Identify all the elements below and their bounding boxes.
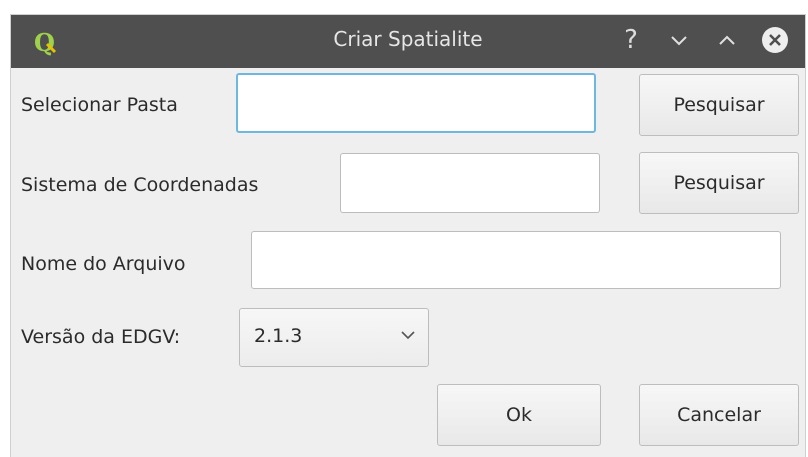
help-icon[interactable]: ?	[616, 25, 646, 55]
dialog-window: Q Criar Spatialite ? Selecionar Pasta Pe…	[11, 15, 805, 457]
crs-search-button[interactable]: Pesquisar	[639, 152, 799, 214]
folder-label: Selecionar Pasta	[21, 94, 178, 116]
filename-input[interactable]	[251, 231, 781, 289]
close-icon[interactable]	[760, 25, 790, 55]
ok-button-label: Ok	[506, 404, 532, 426]
crs-search-button-label: Pesquisar	[673, 172, 765, 194]
folder-search-button-label: Pesquisar	[673, 94, 765, 116]
chevron-down-icon	[401, 331, 415, 340]
edgv-version-value: 2.1.3	[254, 325, 303, 347]
edgv-version-select[interactable]: 2.1.3	[239, 308, 429, 367]
edgv-label: Versão da EDGV:	[21, 326, 181, 348]
folder-input[interactable]	[236, 73, 596, 133]
crs-input[interactable]	[340, 153, 600, 213]
ok-button[interactable]: Ok	[437, 384, 601, 446]
folder-search-button[interactable]: Pesquisar	[639, 74, 799, 136]
cancel-button[interactable]: Cancelar	[639, 384, 799, 446]
filename-label: Nome do Arquivo	[21, 253, 186, 275]
maximize-icon[interactable]	[712, 25, 742, 55]
title-bar[interactable]: Q Criar Spatialite ?	[11, 15, 805, 68]
dialog-body: Selecionar Pasta Pesquisar Sistema de Co…	[11, 68, 805, 457]
minimize-icon[interactable]	[664, 25, 694, 55]
cancel-button-label: Cancelar	[677, 404, 761, 426]
crs-label: Sistema de Coordenadas	[21, 174, 259, 196]
